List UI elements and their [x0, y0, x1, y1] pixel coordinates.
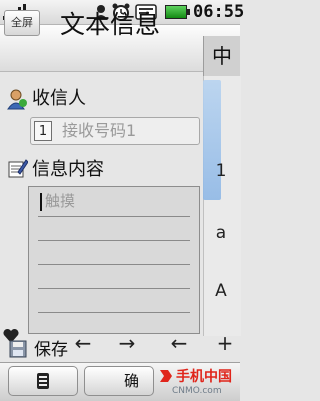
ime-key-uppercase[interactable]: A: [206, 278, 236, 304]
backspace-button[interactable]: ←: [164, 330, 194, 356]
cursor-right-button[interactable]: →: [112, 330, 142, 356]
input-mode-button[interactable]: 中: [203, 36, 240, 76]
ime-key-lowercase[interactable]: a: [206, 220, 236, 246]
recipient-index: 1: [34, 121, 52, 141]
recipient-placeholder[interactable]: 接收号码1: [62, 118, 136, 144]
text-line: [38, 288, 190, 289]
menu-icon: [37, 373, 49, 389]
compose-icon: [8, 159, 28, 178]
text-cursor: [40, 193, 42, 211]
text-line: [38, 264, 190, 265]
recipient-label: 收信人: [32, 88, 86, 109]
text-line: [38, 312, 190, 313]
confirm-label: 确: [124, 372, 140, 390]
text-line: [38, 216, 190, 217]
fullscreen-button[interactable]: 全屏: [4, 10, 40, 36]
message-placeholder: 触摸: [45, 192, 76, 210]
cursor-left-button[interactable]: ←: [68, 330, 98, 356]
text-line: [38, 240, 190, 241]
logo-icon: [160, 370, 172, 382]
confirm-button[interactable]: [84, 366, 154, 396]
contact-icon: [7, 89, 27, 110]
save-button[interactable]: 保存: [34, 338, 68, 362]
watermark-url: CNMO.com: [172, 386, 222, 396]
content-label: 信息内容: [32, 159, 104, 180]
save-icon[interactable]: [8, 339, 28, 359]
page-title: 文本信息: [60, 10, 161, 39]
ime-add-button[interactable]: +: [210, 330, 240, 356]
ime-key-digit[interactable]: 1: [206, 158, 236, 184]
